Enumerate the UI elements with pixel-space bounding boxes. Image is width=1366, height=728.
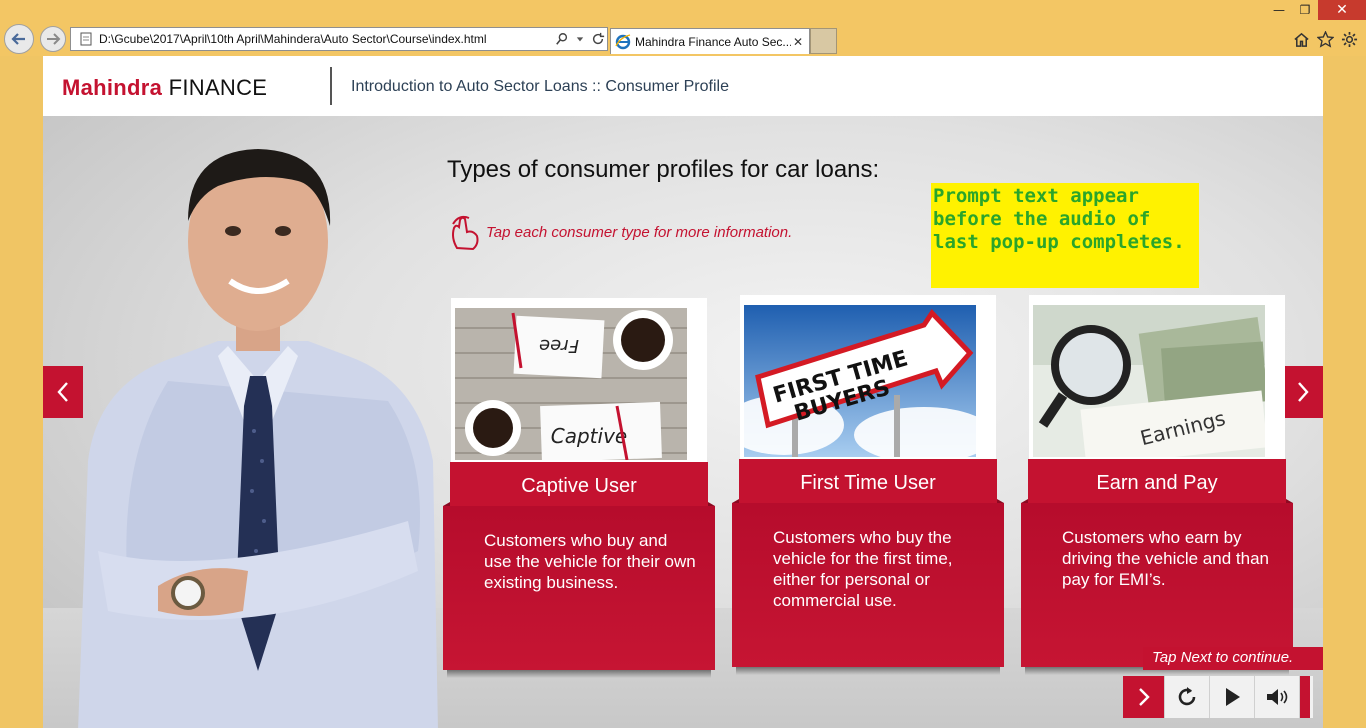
card-label[interactable]: First Time User: [739, 459, 997, 507]
card-first-time-user[interactable]: FIRST TIME BUYERS First Time User Custom…: [732, 295, 1004, 675]
slide-stage: Types of consumer profiles for car loans…: [43, 116, 1323, 728]
course-frame: Mahindra FINANCE Introduction to Auto Se…: [43, 56, 1323, 728]
page-icon: [80, 32, 92, 46]
card-captive-user[interactable]: Free Captive Captive User Customers who …: [443, 298, 715, 678]
replay-icon: [1178, 687, 1196, 706]
next-button[interactable]: [1123, 676, 1165, 718]
home-icon[interactable]: [1292, 30, 1310, 48]
dropdown-icon[interactable]: [571, 30, 589, 48]
course-header: Mahindra FINANCE Introduction to Auto Se…: [43, 56, 1323, 116]
refresh-icon[interactable]: [589, 30, 607, 48]
previous-button[interactable]: [43, 366, 83, 418]
card-label[interactable]: Captive User: [450, 462, 708, 510]
ie-icon: [615, 33, 631, 49]
close-tab-button[interactable]: ✕: [791, 35, 805, 49]
card-earn-and-pay[interactable]: Earnings Earn and Pay Customers who earn…: [1021, 295, 1293, 675]
forward-arrow-icon: [47, 33, 61, 45]
logo-word: FINANCE: [168, 75, 268, 100]
play-button[interactable]: [1210, 676, 1255, 718]
developer-note: Prompt text appear before the audio of l…: [931, 183, 1199, 288]
volume-button[interactable]: [1255, 676, 1300, 718]
earnings-image: Earnings: [1033, 305, 1265, 457]
card-shadow: [736, 667, 1000, 675]
play-icon: [1226, 688, 1240, 706]
gear-icon[interactable]: [1340, 30, 1358, 48]
player-controls: [1123, 676, 1313, 718]
star-icon[interactable]: [1316, 30, 1334, 48]
browser-chrome: — ❐ ✕ D:\Gcube\2017\April\10th April\Mah…: [0, 0, 1366, 56]
url-text[interactable]: D:\Gcube\2017\April\10th April\Mahindera…: [99, 32, 553, 46]
chevron-right-icon: [1138, 688, 1150, 706]
card-description: Customers who buy the vehicle for the fi…: [773, 528, 953, 610]
first-time-buyers-image: FIRST TIME BUYERS: [744, 305, 976, 457]
close-window-button[interactable]: ✕: [1318, 0, 1366, 20]
card-body: Customers who buy the vehicle for the fi…: [732, 499, 1004, 667]
new-tab-button[interactable]: [810, 28, 837, 54]
card-body: Customers who earn by driving the vehicl…: [1021, 499, 1293, 667]
restore-button[interactable]: ❐: [1292, 0, 1318, 20]
address-bar[interactable]: D:\Gcube\2017\April\10th April\Mahindera…: [70, 27, 608, 51]
chevron-right-icon: [1298, 382, 1309, 402]
image-word-free: Free: [539, 335, 579, 356]
replay-button[interactable]: [1165, 676, 1210, 718]
search-icon[interactable]: [553, 30, 571, 48]
back-arrow-icon: [11, 33, 25, 45]
controls-edge: [1300, 676, 1310, 718]
tap-hand-icon: [452, 215, 479, 251]
logo-brand: Mahindra: [62, 75, 163, 100]
browser-tab[interactable]: Mahindra Finance Auto Sec... ✕: [610, 28, 810, 54]
back-button[interactable]: [4, 24, 34, 54]
mahindra-finance-logo: Mahindra FINANCE: [62, 75, 267, 101]
card-shadow: [447, 670, 711, 678]
header-divider: [330, 67, 332, 105]
instruction-text: Tap each consumer type for more informat…: [486, 224, 793, 241]
card-body: Customers who buy and use the vehicle fo…: [443, 502, 715, 670]
slide-heading: Types of consumer profiles for car loans…: [447, 156, 880, 183]
minimize-button[interactable]: —: [1266, 0, 1292, 20]
image-word-captive: Captive: [551, 424, 627, 448]
card-label[interactable]: Earn and Pay: [1028, 459, 1286, 507]
card-description: Customers who buy and use the vehicle fo…: [484, 531, 696, 592]
card-description: Customers who earn by driving the vehicl…: [1062, 528, 1269, 589]
volume-icon: [1267, 689, 1288, 705]
chevron-left-icon: [57, 382, 68, 402]
tap-next-prompt: Tap Next to continue.: [1143, 647, 1323, 670]
captive-user-image: Free Captive: [455, 308, 687, 460]
tab-title: Mahindra Finance Auto Sec...: [635, 34, 791, 49]
course-title: Introduction to Auto Sector Loans :: Con…: [351, 78, 729, 95]
businessman-photo: [78, 149, 438, 728]
forward-button[interactable]: [40, 26, 66, 52]
